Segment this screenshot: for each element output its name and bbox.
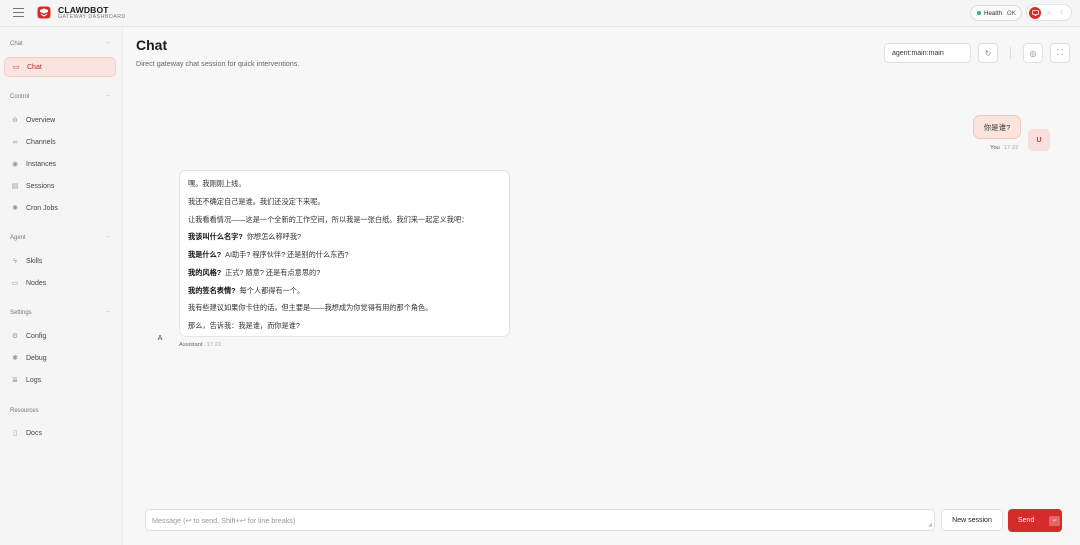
sidebar-item-label: Logs (26, 376, 42, 384)
assistant-message-bubble: 嘿。我刚刚上线。 我还不确定自己是谁。我们还没定下来呢。 让我看看情况——这是一… (179, 170, 510, 337)
sidebar-item-label: Docs (26, 429, 42, 437)
message-placeholder: Message (↩ to send, Shift+↩ for line bre… (152, 515, 296, 525)
menu-icon[interactable] (13, 8, 24, 17)
page-subtitle: Direct gateway chat session for quick in… (136, 59, 300, 68)
moon-icon[interactable]: ☾ (1057, 7, 1069, 19)
toolbar-divider (1010, 47, 1011, 59)
monitor-icon[interactable] (1029, 6, 1041, 19)
fullscreen-button[interactable]: ⛶ (1050, 43, 1070, 63)
sidebar-item-label: Instances (26, 160, 56, 168)
sidebar-item-sessions[interactable]: ▤ Sessions (4, 176, 116, 196)
message-line: 我是什么? AI助手? 程序伙伴? 还是别的什么东西? (188, 250, 349, 259)
scroll-icon: ≣ (12, 377, 18, 384)
loader-icon: ✺ (12, 205, 18, 212)
health-label: Health (984, 9, 1002, 17)
message-line: 我该叫什么名字? 你想怎么称呼我? (188, 232, 302, 241)
sidebar: Chat – ▭ Chat Control – ılı Overview ∞ C… (0, 27, 123, 545)
message-line: 嘿。我刚刚上线。 (188, 179, 246, 188)
sidebar-item-label: Config (26, 332, 47, 340)
expand-icon: ⛶ (1057, 48, 1063, 57)
sidebar-item-nodes[interactable]: ▭ Nodes (4, 273, 116, 293)
bug-icon: ✱ (12, 355, 18, 362)
settings-icon: ⚙ (11, 333, 19, 340)
message-line: 那么，告诉我：我是谁，而你是谁? (188, 321, 300, 330)
message-line: 让我看看情况——这是一个全新的工作空间，所以我是一张白纸。我们来一起定义我吧： (188, 215, 469, 224)
monitor-icon: ▭ (11, 280, 19, 287)
sidebar-group-resources: Resources (10, 408, 39, 414)
focus-button[interactable]: ◎ (1023, 43, 1043, 63)
sidebar-item-channels[interactable]: ∞ Channels (4, 132, 116, 152)
sidebar-item-label: Chat (27, 63, 42, 71)
app-subtitle: GATEWAY DASHBOARD (58, 14, 126, 20)
sidebar-item-instances[interactable]: ◉ Instances (4, 154, 116, 174)
refresh-button[interactable]: ↻ (978, 43, 998, 63)
book-icon: ▯ (13, 430, 17, 437)
user-avatar: U (1028, 129, 1050, 151)
sidebar-item-debug[interactable]: ✱ Debug (4, 348, 116, 368)
file-icon: ▤ (11, 183, 19, 190)
page-title: Chat (136, 37, 168, 53)
assistant-avatar: A (157, 334, 163, 342)
radio-icon: ◉ (11, 161, 19, 168)
top-bar: CLAWDBOT GATEWAY DASHBOARD Health OK ☼ ☾ (0, 0, 1080, 27)
message-line: 我的风格? 正式? 随意? 还是有点意思的? (188, 268, 321, 277)
sidebar-item-skills[interactable]: ϟ Skills (4, 251, 116, 271)
sidebar-item-config[interactable]: ⚙ Config (4, 326, 116, 346)
timestamp: 17:22 (1003, 145, 1019, 151)
sidebar-item-chat[interactable]: ▭ Chat (4, 57, 116, 77)
resize-handle-icon[interactable]: ◢ (928, 522, 932, 528)
sidebar-item-cron-jobs[interactable]: ✺ Cron Jobs (4, 198, 116, 218)
sidebar-item-logs[interactable]: ≣ Logs (4, 370, 116, 390)
message-line: 我的签名表情? 每个人都得有一个。 (188, 286, 305, 295)
sidebar-item-label: Cron Jobs (26, 204, 58, 212)
collapse-icon[interactable]: – (106, 234, 109, 240)
user-message-meta: You 17:22 (990, 145, 1018, 151)
sidebar-item-label: Overview (26, 116, 56, 124)
sidebar-item-label: Channels (26, 138, 56, 146)
brain-icon: ◎ (1029, 48, 1037, 58)
status-dot-icon (977, 11, 981, 15)
logo-icon (37, 6, 51, 19)
sidebar-group-chat: Chat (10, 41, 23, 47)
collapse-icon[interactable]: – (106, 40, 109, 46)
collapse-icon[interactable]: – (106, 309, 109, 315)
new-session-button[interactable]: New session (941, 509, 1003, 531)
sidebar-item-label: Debug (26, 354, 47, 362)
message-line: 我还不确定自己是谁。我们还没定下来呢。 (188, 197, 325, 206)
chat-icon: ▭ (12, 64, 20, 71)
message-input[interactable]: Message (↩ to send, Shift+↩ for line bre… (145, 509, 935, 531)
link-icon: ∞ (12, 138, 18, 146)
collapse-icon[interactable]: – (106, 93, 109, 99)
session-key-field[interactable]: agent:main:main (884, 43, 971, 63)
theme-toggle: ☼ ☾ (1026, 4, 1072, 21)
message-line: 我有些建议如果你卡住的话，但主要是——我想成为你觉得有用的那个角色。 (188, 303, 433, 312)
sidebar-group-control: Control (10, 94, 30, 100)
timestamp: 17:22 (206, 342, 222, 348)
sidebar-group-agent: Agent (10, 235, 26, 241)
enter-key-icon: ↵ (1049, 515, 1061, 526)
sidebar-item-label: Nodes (26, 279, 47, 287)
sidebar-group-settings: Settings (10, 310, 32, 316)
refresh-icon: ↻ (984, 48, 992, 58)
sidebar-item-docs[interactable]: ▯ Docs (4, 423, 116, 443)
send-button[interactable]: Send ↵ (1008, 509, 1062, 532)
bar-chart-icon: ılı (12, 116, 18, 124)
sidebar-item-overview[interactable]: ılı Overview (4, 110, 116, 130)
assistant-message-meta: Assistant 17:22 (179, 342, 221, 348)
sun-icon[interactable]: ☼ (1043, 7, 1055, 19)
health-status: OK (1006, 9, 1016, 17)
zap-icon: ϟ (13, 257, 17, 265)
sender-name: You (990, 145, 1000, 151)
send-label: Send (1018, 517, 1035, 524)
health-badge: Health OK (970, 5, 1022, 21)
sidebar-item-label: Skills (26, 257, 43, 265)
user-message-bubble: 你是谁? (973, 115, 1021, 139)
sender-name: Assistant (179, 342, 203, 348)
sidebar-item-label: Sessions (26, 182, 55, 190)
